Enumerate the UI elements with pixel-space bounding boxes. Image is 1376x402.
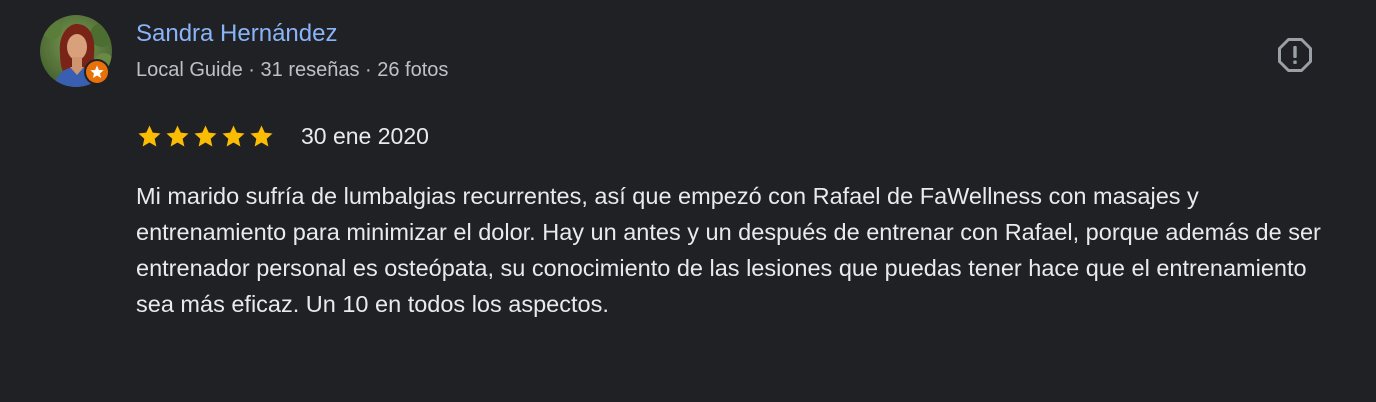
reviewer-name-link[interactable]: Sandra Hernández — [136, 19, 337, 49]
rating-row: 30 ene 2020 — [136, 121, 429, 151]
star-icon — [194, 124, 217, 147]
review-text: Mi marido sufría de lumbalgias recurrent… — [136, 183, 1321, 317]
star-icon — [250, 124, 273, 147]
star-icon — [166, 124, 189, 147]
reviewer-avatar[interactable] — [40, 15, 112, 87]
report-review-button[interactable] — [1276, 36, 1314, 74]
star-icon — [222, 124, 245, 147]
local-guide-badge — [84, 59, 110, 85]
review-date: 30 ene 2020 — [301, 123, 429, 149]
local-guide-star-icon — [86, 61, 108, 83]
reviewer-meta: Local Guide · 31 reseñas · 26 fotos — [136, 59, 449, 81]
star-icon — [138, 124, 161, 147]
star-rating — [136, 123, 275, 150]
review-card: Sandra Hernández Local Guide · 31 reseña… — [0, 0, 1376, 402]
report-octagon-icon — [1278, 38, 1312, 72]
